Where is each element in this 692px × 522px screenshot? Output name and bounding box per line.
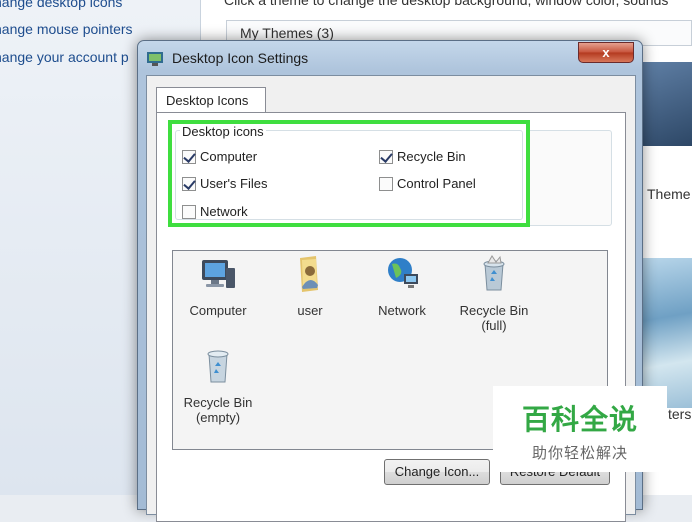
- theme-thumbnail[interactable]: [640, 62, 692, 146]
- checkbox-label: User's Files: [200, 176, 268, 191]
- change-mouse-pointers-link[interactable]: hange mouse pointers: [0, 21, 133, 37]
- recycle-bin-full-icon: [483, 255, 505, 291]
- tab-desktop-icons[interactable]: Desktop Icons: [156, 87, 266, 113]
- theme-label: Theme: [647, 186, 691, 202]
- icon-label: Recycle Bin: [459, 303, 529, 318]
- user-folder-icon: [300, 256, 318, 292]
- desktop-settings-icon: [147, 52, 163, 66]
- icon-item-computer[interactable]: Computer: [182, 254, 254, 318]
- change-account-picture-link[interactable]: hange your account p: [0, 49, 129, 65]
- checkbox-box[interactable]: [379, 149, 393, 164]
- icon-item-recycle-bin-empty[interactable]: Recycle Bin (empty): [176, 346, 260, 425]
- checkbox-control-panel[interactable]: Control Panel: [379, 176, 476, 191]
- icon-sublabel: (full): [481, 318, 507, 333]
- change-icon-button[interactable]: Change Icon...: [384, 459, 490, 485]
- checkbox-recycle-bin[interactable]: Recycle Bin: [379, 149, 466, 164]
- checkbox-box[interactable]: [182, 204, 196, 219]
- icon-label: user: [297, 303, 323, 318]
- close-button[interactable]: x: [578, 42, 634, 63]
- checkbox-box[interactable]: [182, 176, 196, 191]
- icon-label: Recycle Bin: [183, 395, 253, 410]
- checkbox-label: Network: [200, 204, 248, 219]
- computer-icon: [202, 260, 235, 288]
- my-themes-header[interactable]: My Themes (3): [240, 25, 334, 41]
- watermark-badge: 百科全说 助你轻松解决: [493, 386, 667, 472]
- change-desktop-icons-link[interactable]: hange desktop icons: [0, 0, 122, 10]
- icon-item-user[interactable]: user: [274, 254, 346, 318]
- icon-sublabel: (empty): [195, 410, 241, 425]
- checkbox-network[interactable]: Network: [182, 204, 248, 219]
- network-icon: [388, 258, 418, 288]
- checkbox-label: Control Panel: [397, 176, 476, 191]
- group-label: Desktop icons: [180, 124, 266, 139]
- checkbox-box[interactable]: [182, 149, 196, 164]
- watermark-title: 百科全说: [521, 404, 638, 435]
- recycle-bin-empty-icon: [207, 350, 229, 383]
- theme-hint-text: Click a theme to change the desktop back…: [224, 0, 669, 8]
- checkbox-label: Recycle Bin: [397, 149, 466, 164]
- checkbox-users-files[interactable]: User's Files: [182, 176, 268, 191]
- icon-item-network[interactable]: Network: [366, 254, 438, 318]
- icon-label: Network: [378, 303, 426, 318]
- watermark-subtitle: 助你轻松解决: [531, 445, 628, 462]
- dialog-titlebar[interactable]: Desktop Icon Settings x: [138, 41, 642, 75]
- checkbox-computer[interactable]: Computer: [182, 149, 257, 164]
- checkbox-box[interactable]: [379, 176, 393, 191]
- icon-item-recycle-bin-full[interactable]: Recycle Bin (full): [452, 254, 536, 333]
- icon-label: Computer: [189, 303, 247, 318]
- checkbox-label: Computer: [200, 149, 258, 164]
- dialog-title: Desktop Icon Settings: [172, 50, 309, 66]
- theme-label: ters: [668, 406, 692, 422]
